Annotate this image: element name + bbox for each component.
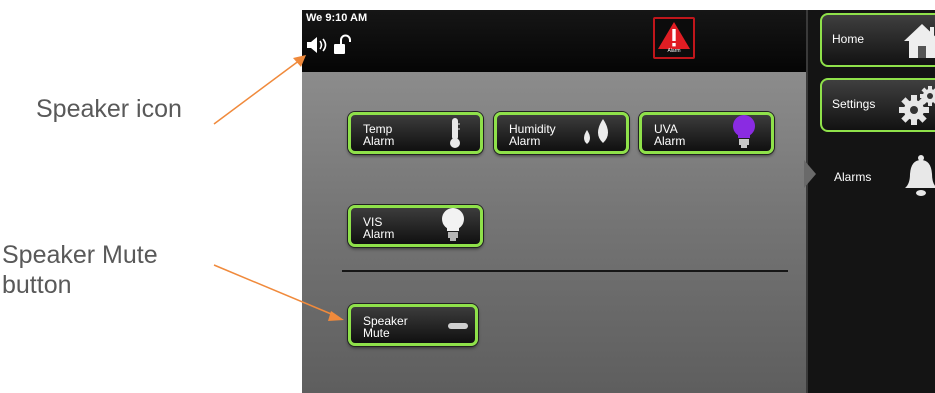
speaker-icon-arrow bbox=[213, 55, 306, 125]
speaker-mute-arrow bbox=[213, 264, 344, 321]
callout-arrows bbox=[213, 55, 344, 321]
